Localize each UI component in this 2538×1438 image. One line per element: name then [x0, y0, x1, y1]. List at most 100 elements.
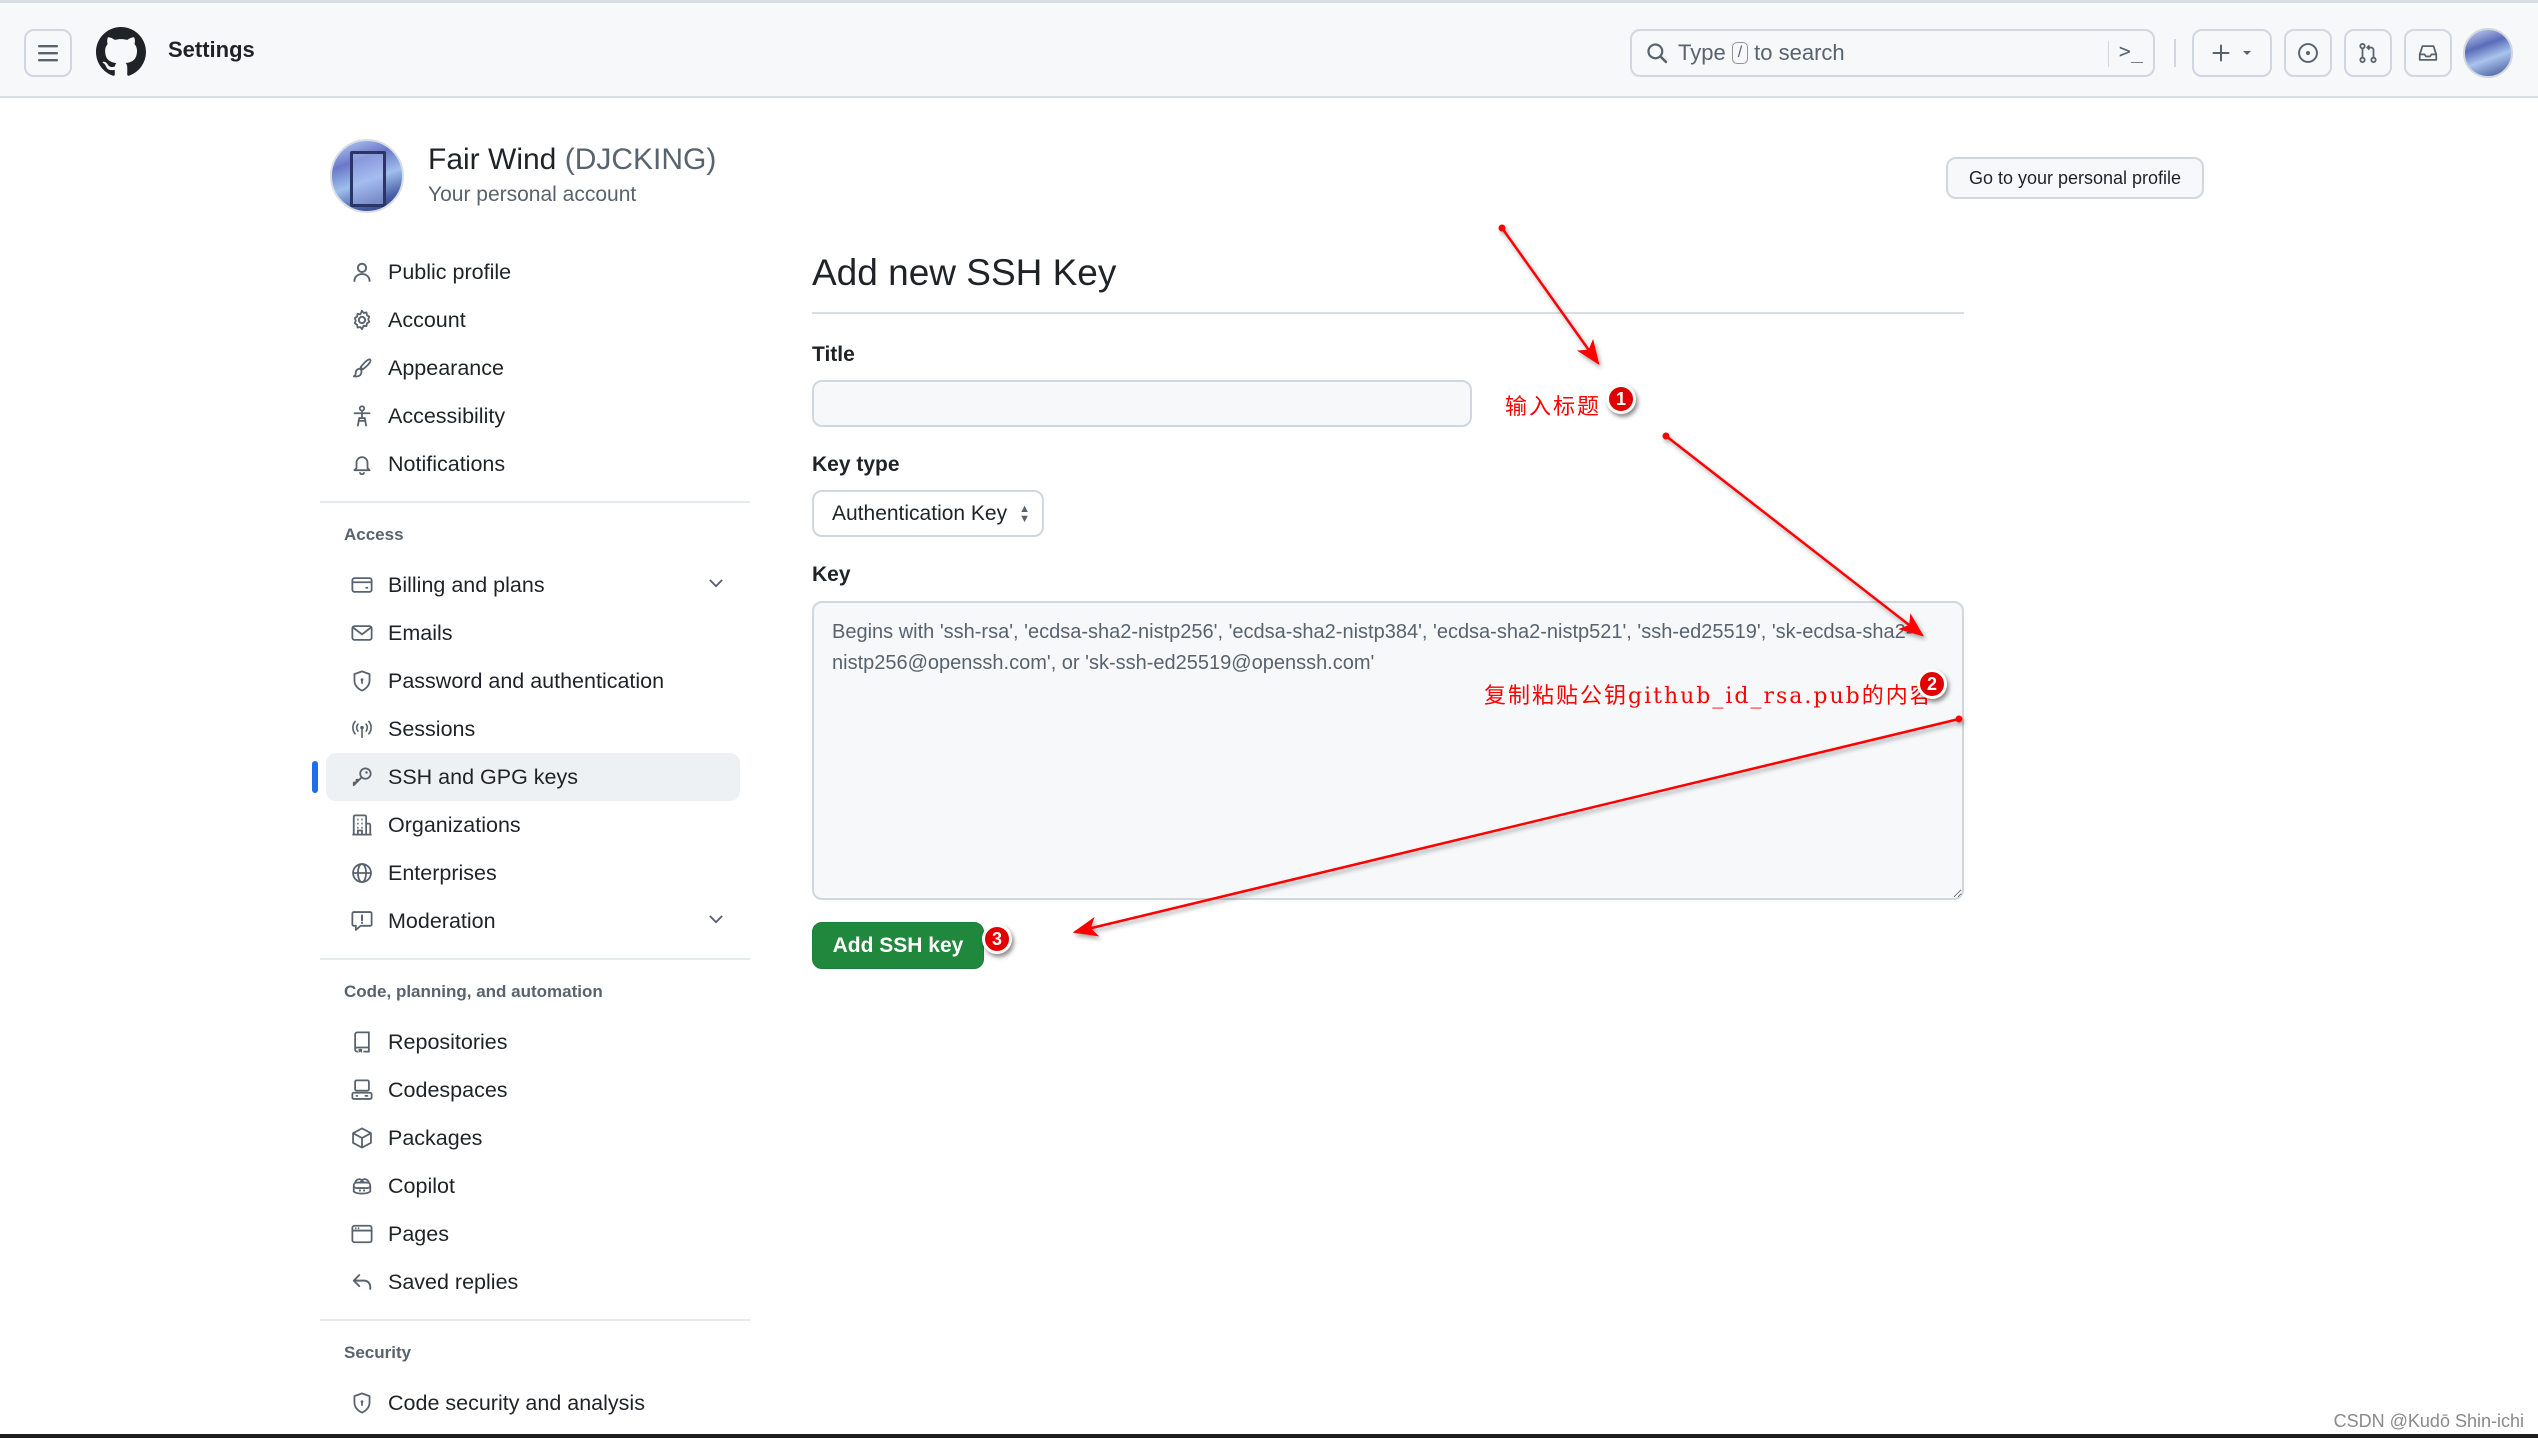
hamburger-icon	[38, 45, 58, 62]
annotation-badge-2: 2	[1917, 669, 1947, 699]
sidebar-divider	[320, 501, 750, 503]
annotation-arrow-1	[1500, 227, 1600, 366]
inbox-button[interactable]	[2404, 29, 2452, 77]
sidebar-item-public-profile[interactable]: Public profile	[326, 248, 740, 296]
settings-sidebar: Public profile Account Appearance Access…	[312, 248, 750, 1427]
annotation-text-1: 输入标题	[1505, 395, 1602, 420]
shield-lock-icon	[350, 1391, 374, 1415]
report-icon	[350, 909, 374, 933]
sidebar-item-codespaces[interactable]: Codespaces	[326, 1066, 740, 1114]
triangle-down-icon	[2243, 51, 2251, 55]
sidebar-item-label: Notifications	[388, 451, 506, 476]
title-divider	[812, 312, 1964, 314]
sidebar-item-label: Packages	[388, 1125, 483, 1150]
sidebar-item-label: Sessions	[388, 716, 476, 741]
search-input[interactable]: Type / to search >_	[1630, 29, 2155, 77]
codespaces-icon	[350, 1078, 374, 1102]
broadcast-icon	[350, 717, 374, 741]
sidebar-item-label: Public profile	[388, 259, 512, 284]
sidebar-item-emails[interactable]: Emails	[326, 609, 740, 657]
sidebar-item-code-security[interactable]: Code security and analysis	[326, 1379, 740, 1427]
issues-button[interactable]	[2284, 29, 2332, 77]
create-new-button[interactable]	[2192, 29, 2272, 77]
sidebar-item-appearance[interactable]: Appearance	[326, 344, 740, 392]
annotation-text-2: 复制粘贴公钥github_id_rsa.pub的内容	[1484, 684, 1934, 709]
search-placeholder-suffix: to search	[1754, 40, 1845, 65]
sidebar-item-label: Pages	[388, 1221, 449, 1246]
sidebar-item-password-auth[interactable]: Password and authentication	[326, 657, 740, 705]
sidebar-item-repositories[interactable]: Repositories	[326, 1018, 740, 1066]
sidebar-heading-security: Security	[344, 1343, 412, 1362]
search-icon	[1647, 43, 1668, 64]
sidebar-item-notifications[interactable]: Notifications	[326, 440, 740, 488]
reply-icon	[350, 1270, 374, 1294]
sidebar-item-label: Repositories	[388, 1029, 508, 1054]
sidebar-item-label: Organizations	[388, 812, 521, 837]
sidebar-item-ssh-gpg-keys[interactable]: SSH and GPG keys	[312, 753, 740, 801]
sidebar-item-enterprises[interactable]: Enterprises	[326, 849, 740, 897]
gear-icon	[350, 308, 374, 332]
key-type-selected-value: Authentication Key	[832, 501, 1008, 525]
account-type: Your personal account	[428, 183, 637, 206]
profile-name: Fair Wind (DJCKING)	[428, 143, 716, 177]
sidebar-item-saved-replies[interactable]: Saved replies	[326, 1258, 740, 1306]
plus-icon	[2212, 44, 2230, 62]
sidebar-item-label: Saved replies	[388, 1269, 519, 1294]
browser-icon	[350, 1222, 374, 1246]
globe-icon	[350, 861, 374, 885]
display-name: Fair Wind	[428, 143, 557, 176]
key-icon	[350, 765, 374, 789]
sidebar-item-label: Enterprises	[388, 860, 497, 885]
sidebar-item-label: Copilot	[388, 1173, 455, 1198]
sidebar-item-account[interactable]: Account	[326, 296, 740, 344]
watermark: CSDN @Kudō Shin-ichi	[2333, 1411, 2524, 1431]
key-type-label: Key type	[812, 453, 900, 476]
sidebar-item-label: Appearance	[388, 355, 504, 380]
mail-icon	[350, 621, 374, 645]
key-textarea[interactable]	[812, 601, 1964, 900]
page-context-title: Settings	[168, 37, 255, 62]
chevron-down-icon[interactable]	[706, 909, 726, 935]
organization-icon	[350, 813, 374, 837]
username: (DJCKING)	[564, 143, 717, 176]
sidebar-item-organizations[interactable]: Organizations	[326, 801, 740, 849]
annotation-badge-3: 3	[982, 924, 1012, 954]
user-avatar-menu[interactable]	[2463, 28, 2513, 78]
chevron-down-icon[interactable]	[706, 573, 726, 599]
search-shortcut-key: /	[1731, 42, 1749, 64]
add-ssh-key-button[interactable]: Add SSH key	[812, 922, 984, 969]
sidebar-item-copilot[interactable]: Copilot	[326, 1162, 740, 1210]
top-header: Settings Type / to search >_	[0, 0, 2538, 98]
title-label: Title	[812, 343, 855, 366]
person-icon	[350, 260, 374, 284]
page-title: Add new SSH Key	[812, 252, 1117, 293]
menu-button[interactable]	[24, 29, 72, 77]
copilot-icon	[350, 1174, 374, 1198]
sidebar-item-label: Code security and analysis	[388, 1390, 645, 1415]
title-input[interactable]	[812, 380, 1472, 427]
sidebar-item-accessibility[interactable]: Accessibility	[326, 392, 740, 440]
annotation-badge-1: 1	[1606, 384, 1636, 414]
annotation-arrow-1-start	[1498, 224, 1506, 232]
package-icon	[350, 1126, 374, 1150]
command-palette-icon[interactable]: >_	[2119, 39, 2143, 63]
sidebar-item-billing[interactable]: Billing and plans	[326, 561, 740, 609]
sidebar-item-sessions[interactable]: Sessions	[326, 705, 740, 753]
key-type-select[interactable]: Authentication Key ▲ ▼	[812, 490, 1044, 537]
github-logo-icon[interactable]	[96, 27, 146, 77]
issue-opened-icon	[2298, 43, 2318, 63]
sidebar-item-packages[interactable]: Packages	[326, 1114, 740, 1162]
bell-icon	[350, 452, 374, 476]
pull-requests-button[interactable]	[2344, 29, 2392, 77]
sidebar-divider	[320, 958, 750, 960]
bottom-edge	[0, 1434, 2538, 1438]
paintbrush-icon	[350, 356, 374, 380]
sidebar-item-label: Accessibility	[388, 403, 506, 428]
go-to-profile-button[interactable]: Go to your personal profile	[1946, 157, 2204, 199]
profile-avatar	[330, 139, 404, 213]
sidebar-item-label: Codespaces	[388, 1077, 508, 1102]
sidebar-item-label: Billing and plans	[388, 572, 545, 597]
sidebar-item-moderation[interactable]: Moderation	[326, 897, 740, 945]
credit-card-icon	[350, 573, 374, 597]
sidebar-item-pages[interactable]: Pages	[326, 1210, 740, 1258]
